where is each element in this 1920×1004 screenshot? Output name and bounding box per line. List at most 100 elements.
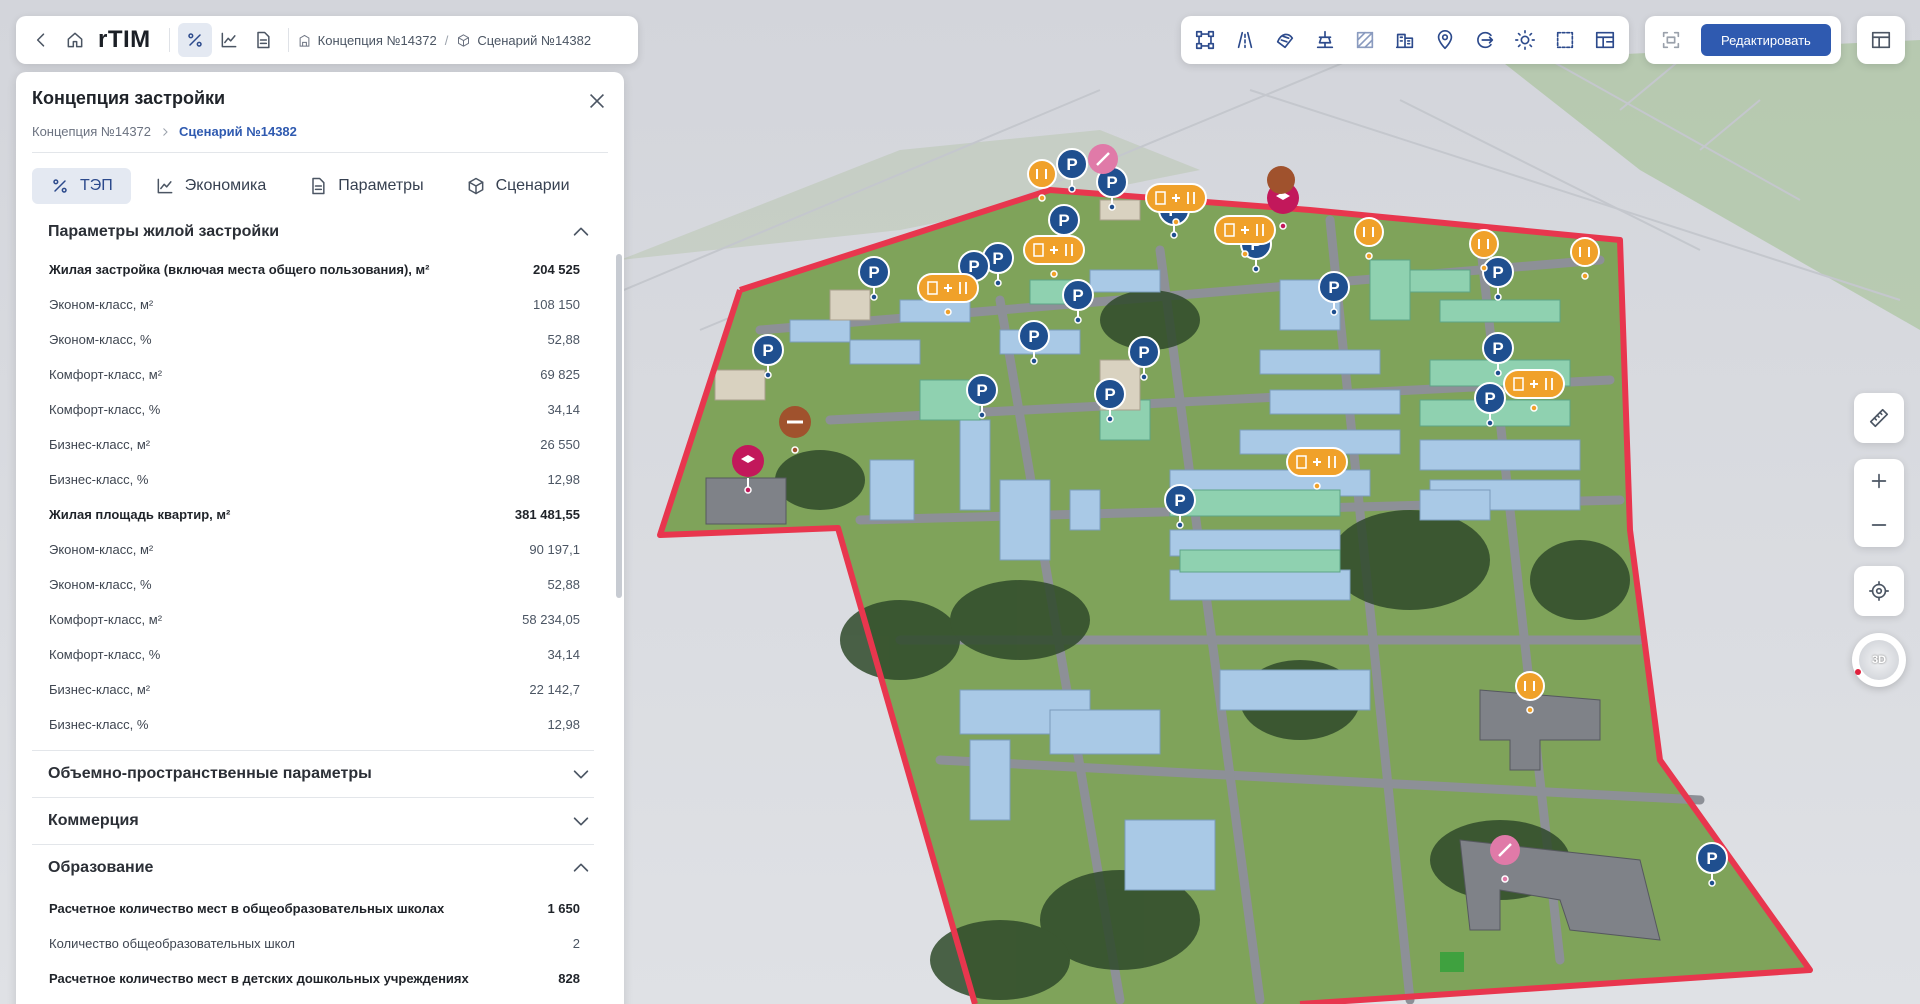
- section-title: Параметры жилой застройки: [48, 223, 280, 240]
- home-button[interactable]: [58, 23, 92, 57]
- parking-marker-label: P: [1174, 491, 1185, 510]
- tep-mode-button[interactable]: [177, 23, 212, 57]
- ruler-icon: [1869, 408, 1889, 428]
- metric-value: 204 525: [533, 262, 580, 277]
- texture-icon: [1356, 31, 1374, 49]
- location-tool[interactable]: [1427, 22, 1463, 58]
- sun-tool[interactable]: [1507, 22, 1543, 58]
- chart-line-icon: [221, 32, 237, 48]
- buildings-tool[interactable]: [1387, 22, 1423, 58]
- home-icon: [67, 32, 83, 48]
- section-header[interactable]: Коммерция: [32, 798, 594, 844]
- layout-toggle-bar: [1857, 16, 1905, 64]
- parking-marker-label: P: [1106, 173, 1117, 192]
- parking-marker-label: P: [1492, 263, 1503, 282]
- parking-marker-label: P: [868, 263, 879, 282]
- screenshot-button[interactable]: [1653, 22, 1689, 58]
- area-icon: [1556, 31, 1574, 49]
- metric-value: 58 234,05: [522, 612, 580, 627]
- polygon-select-tool[interactable]: [1187, 22, 1223, 58]
- parking-marker-label: P: [1706, 849, 1717, 868]
- panel-breadcrumb-scenario[interactable]: Сценарий №14382: [179, 124, 297, 139]
- app-logo: rTIM: [98, 26, 151, 53]
- crosshair-icon: [1869, 581, 1889, 601]
- parking-marker-label: P: [992, 249, 1003, 268]
- metric-label: Бизнес-класс, %: [49, 717, 149, 732]
- parking-marker-label: P: [762, 341, 773, 360]
- metric-value: 108 150: [533, 297, 580, 312]
- locate-control: [1854, 566, 1904, 616]
- metric-label: Комфорт-класс, %: [49, 402, 161, 417]
- area-tool[interactable]: [1547, 22, 1583, 58]
- panel-scrollbar[interactable]: [616, 254, 622, 598]
- breadcrumb-scenario-label: Сценарий №14382: [477, 32, 592, 48]
- transport-tool[interactable]: [1467, 22, 1503, 58]
- landscape-tool[interactable]: [1267, 22, 1303, 58]
- parking-marker-label: P: [1138, 343, 1149, 362]
- section-title: Объемно-пространственные параметры: [48, 765, 372, 782]
- sport-marker-2[interactable]: [1267, 166, 1295, 194]
- metric-row: Эконом-класс, м² 108 150: [32, 287, 594, 322]
- tab-scenarios[interactable]: Сценарии: [448, 168, 588, 204]
- edit-button[interactable]: Редактировать: [1701, 24, 1831, 56]
- document-mode-button[interactable]: [246, 23, 280, 57]
- tab-tep[interactable]: ТЭП: [32, 168, 131, 204]
- metric-value: 52,88: [547, 577, 580, 592]
- section-2: Коммерция: [32, 798, 594, 845]
- breadcrumb-scenario[interactable]: Сценарий №14382: [456, 33, 591, 48]
- tab-parameters[interactable]: Параметры: [290, 168, 441, 204]
- section-header[interactable]: Образование: [32, 845, 594, 891]
- parking-marker-label: P: [1066, 155, 1077, 174]
- locate-button[interactable]: [1861, 573, 1897, 609]
- parking-marker-label: P: [976, 381, 987, 400]
- layout-tool[interactable]: [1587, 22, 1623, 58]
- landscape-icon: [1276, 33, 1294, 49]
- metric-label: Бизнес-класс, м²: [49, 682, 151, 697]
- engineering-tool[interactable]: [1307, 22, 1343, 58]
- compass-3d-label: 3D: [1859, 640, 1899, 680]
- breadcrumb-separator: /: [444, 32, 449, 48]
- metric-label: Комфорт-класс, %: [49, 647, 161, 662]
- metric-label: Эконом-класс, м²: [49, 297, 154, 312]
- close-icon: [589, 93, 605, 109]
- economics-mode-button[interactable]: [212, 23, 246, 57]
- close-panel-button[interactable]: [586, 90, 608, 112]
- breadcrumb-concept[interactable]: Концепция №14372: [297, 33, 437, 48]
- chart-line-icon: [157, 178, 173, 194]
- layout-toggle-button[interactable]: [1863, 22, 1899, 58]
- metric-label: Комфорт-класс, м²: [49, 367, 163, 382]
- panel-content[interactable]: Параметры жилой застройки Жилая застройка…: [16, 212, 610, 1004]
- percent-icon: [53, 179, 67, 193]
- location-pin-icon: [1437, 30, 1453, 50]
- metric-row: Бизнес-класс, м² 22 142,7: [32, 672, 594, 707]
- zoom-in-button[interactable]: [1861, 463, 1897, 499]
- clinic-marker[interactable]: [1088, 144, 1118, 174]
- section-0: Параметры жилой застройки Жилая застройка…: [32, 212, 594, 751]
- zoom-out-button[interactable]: [1861, 507, 1897, 543]
- section-header[interactable]: Параметры жилой застройки: [32, 212, 594, 252]
- metric-row: Комфорт-класс, % 34,14: [32, 392, 594, 427]
- back-button[interactable]: [24, 23, 58, 57]
- zoom-control: [1854, 459, 1904, 547]
- ruler-button[interactable]: [1861, 400, 1897, 436]
- chevron-up-icon: [573, 227, 589, 236]
- plus-icon: [1871, 473, 1887, 489]
- panel-breadcrumb-concept[interactable]: Концепция №14372: [32, 124, 151, 139]
- panel-breadcrumb: Концепция №14372 Сценарий №14382: [32, 124, 297, 139]
- section-header[interactable]: Объемно-пространственные параметры: [32, 751, 594, 797]
- tab-economics[interactable]: Экономика: [137, 168, 285, 204]
- metric-row: Комфорт-класс, % 34,14: [32, 637, 594, 672]
- tab-label: Параметры: [338, 177, 424, 194]
- metric-value: 34,14: [547, 647, 580, 662]
- metric-row: Эконом-класс, % 52,88: [32, 567, 594, 602]
- metric-row: Комфорт-класс, м² 69 825: [32, 357, 594, 392]
- section-3: Образование Расчетное количество мест в о…: [32, 845, 594, 1004]
- panel-layout-icon: [1871, 31, 1891, 49]
- engineering-icon: [1316, 30, 1334, 49]
- view-3d-compass[interactable]: 3D: [1852, 633, 1906, 687]
- tab-label: Сценарии: [495, 177, 570, 194]
- texture-tool[interactable]: [1347, 22, 1383, 58]
- metric-value: 90 197,1: [529, 542, 580, 557]
- roads-tool[interactable]: [1227, 22, 1263, 58]
- metric-row: Жилая площадь квартир, м² 381 481,55: [32, 497, 594, 532]
